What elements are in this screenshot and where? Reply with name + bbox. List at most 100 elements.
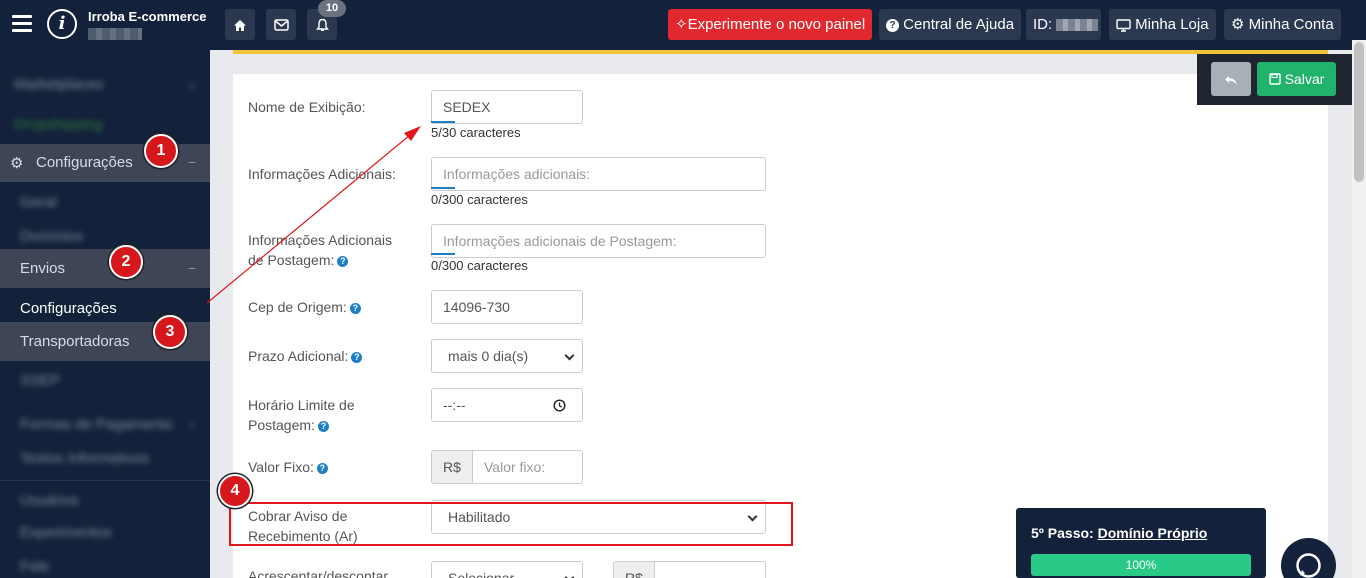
home-button[interactable]	[225, 9, 255, 40]
step-marker-4: 4	[218, 474, 252, 508]
additional-info-input[interactable]: Informações adicionais:	[431, 157, 766, 191]
additional-days-label-text: Prazo Adicional:	[248, 348, 349, 364]
sidebar-item-contact[interactable]: Fale	[0, 558, 210, 578]
help-icon[interactable]: ?	[351, 351, 363, 363]
fixed-value-label: Valor Fixo:?	[248, 457, 328, 477]
gear-icon: ⚙	[1231, 16, 1245, 33]
my-store-button[interactable]: Minha Loja	[1109, 9, 1216, 40]
origin-cep-input[interactable]: 14096-730	[431, 290, 583, 324]
sidebar-item-label: Formas de Pagamento	[20, 416, 173, 433]
floppy-icon	[1269, 73, 1281, 85]
chevron-down-icon	[564, 350, 575, 361]
add-discount-value: Selecionar	[448, 570, 515, 578]
char-progress-bar	[431, 187, 455, 189]
sidebar: Marketplaces + Dropshipping ⚙ Configuraç…	[0, 50, 210, 578]
help-center-button[interactable]: ? Central de Ajuda	[879, 9, 1022, 40]
menu-icon[interactable]	[12, 15, 32, 33]
sidebar-item-domains[interactable]: Domínios	[0, 228, 210, 248]
display-name-input[interactable]: SEDEX	[431, 90, 583, 124]
char-progress-bar	[431, 253, 455, 255]
currency-addon: R$	[431, 450, 473, 484]
whatsapp-icon	[1296, 553, 1321, 578]
sidebar-item-settings[interactable]: ⚙ Configurações −	[0, 144, 210, 182]
monitor-icon	[1116, 18, 1131, 32]
logo-icon[interactable]: i	[47, 9, 77, 39]
posting-info-label-line1: Informações Adicionais	[248, 232, 392, 248]
additional-info-counter: 0/300 caracteres	[431, 192, 528, 207]
help-icon[interactable]: ?	[316, 462, 328, 474]
id-value-redacted	[1056, 19, 1099, 32]
posting-info-placeholder: Informações adicionais de Postagem:	[443, 233, 677, 249]
home-icon	[234, 19, 246, 31]
currency-addon: R$	[613, 561, 655, 578]
fixed-value-input[interactable]: Valor fixo:	[472, 450, 583, 484]
time-limit-label-line2: Postagem:	[248, 417, 315, 433]
char-progress-bar	[431, 121, 455, 123]
scrollbar-thumb[interactable]	[1354, 42, 1364, 182]
highlight-box	[229, 502, 793, 546]
reply-icon	[1225, 75, 1237, 85]
sidebar-item-payment-methods[interactable]: Formas de Pagamento +	[0, 416, 210, 436]
additional-days-value: mais 0 dia(s)	[448, 348, 529, 364]
clock-icon[interactable]	[553, 399, 566, 412]
fixed-value-label-text: Valor Fixo:	[248, 459, 314, 475]
new-panel-button[interactable]: ✧Experimente o novo painel	[668, 9, 873, 40]
time-limit-input[interactable]: --:--	[431, 388, 583, 422]
store-id: ID:	[1026, 9, 1101, 40]
origin-cep-label-text: Cep de Origem:	[248, 299, 347, 315]
help-icon[interactable]: ?	[317, 420, 329, 432]
display-name-counter: 5/30 caracteres	[431, 125, 521, 140]
display-name-label: Nome de Exibição:	[248, 99, 366, 115]
bell-icon	[315, 19, 329, 32]
additional-info-placeholder: Informações adicionais:	[443, 166, 591, 182]
my-account-button[interactable]: ⚙ Minha Conta	[1224, 9, 1341, 40]
whatsapp-chat-button[interactable]	[1281, 538, 1336, 578]
my-account-label: Minha Conta	[1248, 16, 1334, 33]
sidebar-item-label: Domínios	[20, 228, 84, 245]
sidebar-divider	[0, 480, 210, 481]
sidebar-item-label: Configurações	[20, 300, 117, 317]
step-link[interactable]: Domínio Próprio	[1098, 525, 1208, 541]
question-circle-icon: ?	[886, 18, 899, 32]
minus-icon: −	[187, 154, 196, 170]
help-icon[interactable]: ?	[337, 255, 349, 267]
posting-info-label-line2: de Postagem:	[248, 252, 335, 268]
add-discount-value-input[interactable]	[654, 561, 766, 578]
messages-button[interactable]	[266, 9, 296, 40]
help-icon[interactable]: ?	[349, 302, 361, 314]
sidebar-item-info-texts[interactable]: Textos Informativos	[0, 450, 210, 470]
step-progress-bar: 100%	[1031, 554, 1251, 576]
sidebar-item-label: Transportadoras	[20, 333, 130, 350]
my-store-label: Minha Loja	[1135, 16, 1209, 33]
id-label: ID:	[1033, 16, 1053, 33]
sidebar-item-marketplaces[interactable]: Marketplaces +	[0, 76, 210, 96]
notifications-count-badge: 10	[318, 0, 346, 17]
step-marker-1: 1	[144, 134, 178, 168]
back-button[interactable]	[1211, 62, 1251, 96]
add-discount-select[interactable]: Selecionar	[431, 561, 583, 578]
sidebar-item-experiments[interactable]: Experimentos	[0, 524, 210, 544]
additional-days-label: Prazo Adicional:?	[248, 346, 363, 366]
step-title: 5º Passo: Domínio Próprio	[1031, 525, 1207, 541]
time-limit-value: --:--	[443, 397, 466, 413]
fixed-value-placeholder: Valor fixo:	[484, 459, 546, 475]
sidebar-item-users[interactable]: Usuários	[0, 492, 210, 512]
posting-info-input[interactable]: Informações adicionais de Postagem:	[431, 224, 766, 258]
sidebar-item-label: Usuários	[20, 492, 80, 509]
sidebar-item-label: Fale	[20, 558, 50, 575]
plus-icon: +	[187, 78, 196, 94]
time-limit-label-line1: Horário Limite de	[248, 397, 355, 413]
sidebar-item-label: Marketplaces	[14, 76, 104, 93]
help-center-label: Central de Ajuda	[903, 16, 1015, 33]
sidebar-item-general[interactable]: Geral	[0, 194, 210, 214]
brand-subtitle-redacted	[88, 28, 142, 40]
step-marker-3: 3	[153, 315, 187, 349]
save-label: Salvar	[1284, 71, 1325, 87]
sidebar-item-label: SSEP	[20, 372, 61, 389]
sidebar-item-shipping[interactable]: Envios −	[0, 249, 210, 288]
sidebar-item-ssep[interactable]: SSEP	[0, 372, 210, 392]
save-button[interactable]: Salvar	[1257, 62, 1336, 96]
step-prefix: 5º Passo:	[1031, 525, 1094, 541]
sidebar-item-dropshipping[interactable]: Dropshipping	[0, 116, 210, 136]
additional-days-select[interactable]: mais 0 dia(s)	[431, 339, 583, 373]
